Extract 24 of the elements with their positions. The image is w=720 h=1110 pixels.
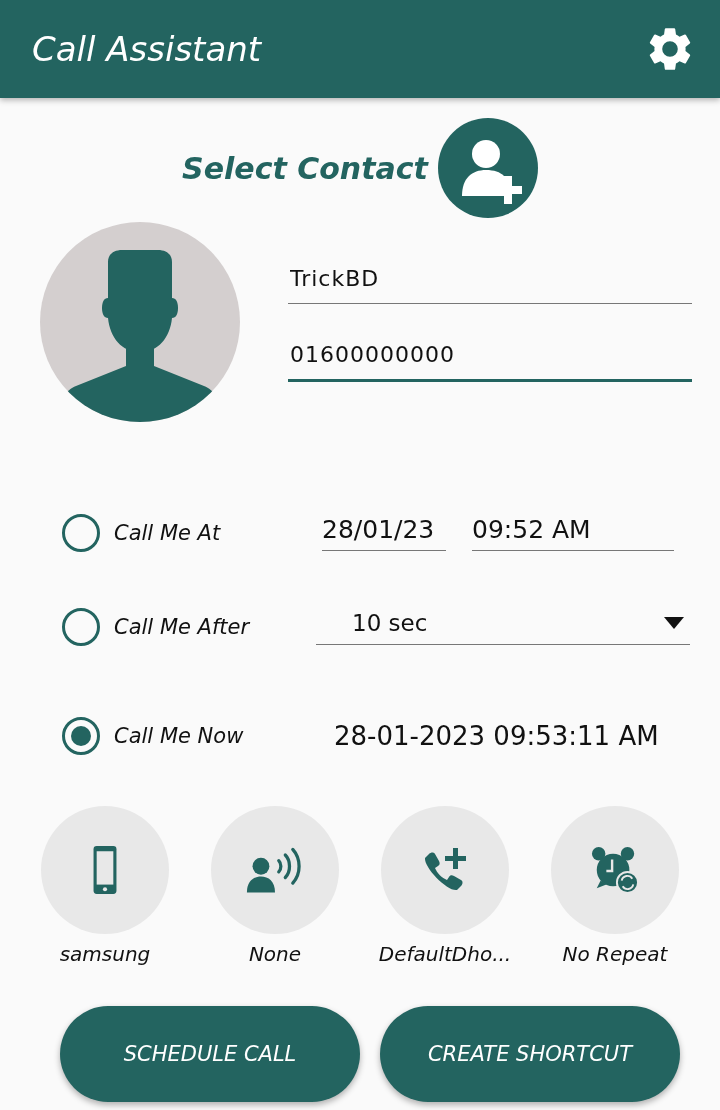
shortcut-label: samsung xyxy=(59,942,151,966)
radio-button[interactable] xyxy=(62,608,100,646)
shortcut-label: None xyxy=(248,942,302,966)
time-field[interactable]: 09:52 AM xyxy=(472,515,674,551)
avatar-silhouette-icon xyxy=(40,222,240,422)
person-speaking-icon xyxy=(246,846,304,894)
current-time-text: 28-01-2023 09:53:11 AM xyxy=(334,721,659,751)
radio-button[interactable] xyxy=(62,514,100,552)
select-contact-label: Select Contact xyxy=(182,150,428,186)
name-field[interactable]: TrickBD xyxy=(288,260,692,304)
create-shortcut-button[interactable]: CREATE SHORTCUT xyxy=(380,1006,680,1102)
smartphone-icon xyxy=(91,845,119,895)
phone-field[interactable]: 01600000000 xyxy=(288,336,692,382)
radio-button[interactable] xyxy=(62,717,100,755)
add-contact-button[interactable] xyxy=(437,118,538,218)
date-field[interactable]: 28/01/23 xyxy=(322,515,446,551)
delay-dropdown[interactable]: 10 sec xyxy=(316,609,690,645)
option-label: Call Me Now xyxy=(114,724,245,748)
app-title: Call Assistant xyxy=(32,29,262,69)
shortcut-label: DefaultDho... xyxy=(378,942,512,966)
option-label: Call Me After xyxy=(114,615,251,639)
caret-icon xyxy=(664,616,684,629)
schedule-call-button[interactable]: SCHEDULE CALL xyxy=(60,1006,360,1102)
shortcut-label: No Repeat xyxy=(562,942,668,966)
